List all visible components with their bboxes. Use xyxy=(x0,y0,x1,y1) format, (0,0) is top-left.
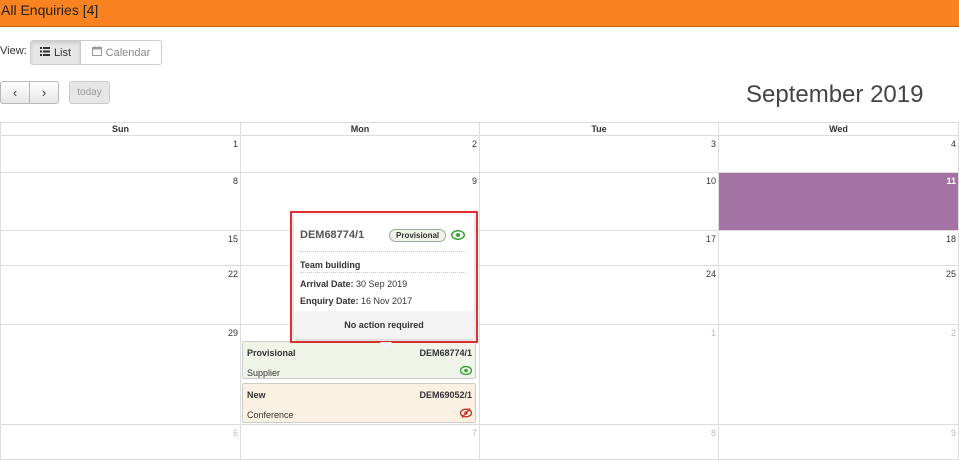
event-type: Supplier xyxy=(247,368,281,378)
day-cell[interactable]: 15 xyxy=(0,230,241,266)
day-number: 11 xyxy=(946,176,956,186)
event-card[interactable]: Provisional DEM68774/1 Supplier xyxy=(242,341,476,379)
event-ref: DEM68774/1 xyxy=(419,348,472,358)
arrival-date: Arrival Date: 30 Sep 2019 xyxy=(300,279,407,289)
day-cell[interactable]: 2 xyxy=(240,135,480,173)
enquiry-value: 16 Nov 2017 xyxy=(361,296,413,306)
day-number: 8 xyxy=(710,428,716,438)
day-cell[interactable]: 8 xyxy=(0,172,241,231)
event-ref: DEM69052/1 xyxy=(419,390,472,400)
day-header-mon: Mon xyxy=(240,122,480,135)
day-number: 4 xyxy=(950,139,956,149)
eye-icon[interactable] xyxy=(450,227,466,245)
day-number: 9 xyxy=(950,428,956,438)
eye-slash-icon[interactable] xyxy=(459,408,473,420)
calendar-icon xyxy=(91,46,102,59)
event-type: Conference xyxy=(247,410,294,420)
day-cell[interactable]: 9 xyxy=(718,424,959,460)
day-number: 17 xyxy=(705,234,716,244)
day-number: 1 xyxy=(710,328,716,338)
status-badge: Provisional xyxy=(389,229,447,242)
day-number: 24 xyxy=(705,269,716,279)
list-view-label: List xyxy=(53,46,72,59)
top-bar: All Enquiries [4] xyxy=(0,0,959,27)
calendar-view-button[interactable]: Calendar xyxy=(80,40,162,65)
day-header-tue: Tue xyxy=(479,122,719,135)
day-cell[interactable]: 18 xyxy=(718,230,959,266)
popover-arrow xyxy=(380,342,392,349)
day-cell-today[interactable]: 11 xyxy=(718,172,959,231)
event-card[interactable]: New DEM69052/1 Conference xyxy=(242,383,476,423)
day-cell[interactable]: 2 xyxy=(718,324,959,425)
day-number: 2 xyxy=(471,139,477,149)
day-number: 15 xyxy=(227,234,238,244)
next-month-button[interactable]: › xyxy=(29,81,59,104)
day-cell[interactable]: 22 xyxy=(0,265,241,325)
today-button[interactable]: today xyxy=(69,81,110,104)
day-number: 18 xyxy=(945,234,956,244)
day-cell[interactable]: 25 xyxy=(718,265,959,325)
day-cell[interactable]: 7 xyxy=(240,424,480,460)
day-cell[interactable]: 3 xyxy=(479,135,719,173)
day-number: 6 xyxy=(232,428,238,438)
enquiry-date: Enquiry Date: 16 Nov 2017 xyxy=(300,296,412,306)
day-cell[interactable]: 17 xyxy=(479,230,719,266)
day-number: 1 xyxy=(232,139,238,149)
chevron-right-icon: › xyxy=(41,85,47,100)
day-cell[interactable]: 1 xyxy=(479,324,719,425)
view-label: View: xyxy=(0,45,27,57)
arrival-value: 30 Sep 2019 xyxy=(356,279,408,289)
day-cell[interactable]: 10 xyxy=(479,172,719,231)
event-status: New xyxy=(247,390,266,400)
event-popover: DEM68774/1 Provisional Team building Arr… xyxy=(290,211,478,349)
list-view-button[interactable]: List xyxy=(30,40,81,65)
page-title: All Enquiries [4] xyxy=(1,2,99,18)
prev-month-button[interactable]: ‹ xyxy=(0,81,30,104)
popover-divider xyxy=(300,272,466,273)
popover-divider xyxy=(300,251,466,252)
day-number: 25 xyxy=(945,269,956,279)
calendar-view-label: Calendar xyxy=(105,46,151,59)
list-icon xyxy=(39,46,50,59)
day-cell[interactable]: 6 xyxy=(0,424,241,460)
month-title: September 2019 xyxy=(746,81,924,108)
popover-ref: DEM68774/1 xyxy=(300,229,365,241)
day-cell[interactable]: 1 xyxy=(0,135,241,173)
day-number: 7 xyxy=(471,428,477,438)
eye-icon[interactable] xyxy=(459,365,473,377)
popover-footer: No action required xyxy=(294,311,474,339)
day-number: 10 xyxy=(705,176,716,186)
day-cell[interactable]: 24 xyxy=(479,265,719,325)
day-cell[interactable]: 8 xyxy=(479,424,719,460)
day-number: 22 xyxy=(227,269,238,279)
enquiry-label: Enquiry Date: xyxy=(300,296,359,306)
day-header-sun: Sun xyxy=(0,122,241,135)
day-cell[interactable]: 4 xyxy=(718,135,959,173)
day-cell[interactable]: 29 xyxy=(0,324,241,425)
day-number: 3 xyxy=(710,139,716,149)
popover-body: DEM68774/1 Provisional Team building Arr… xyxy=(294,215,474,339)
day-number: 2 xyxy=(950,328,956,338)
event-status: Provisional xyxy=(247,348,296,358)
day-number: 29 xyxy=(227,328,238,338)
day-header-wed: Wed xyxy=(718,122,959,135)
day-number: 8 xyxy=(232,176,238,186)
popover-type: Team building xyxy=(300,260,361,270)
chevron-left-icon: ‹ xyxy=(12,85,18,100)
arrival-label: Arrival Date: xyxy=(300,279,354,289)
day-number: 9 xyxy=(471,176,477,186)
